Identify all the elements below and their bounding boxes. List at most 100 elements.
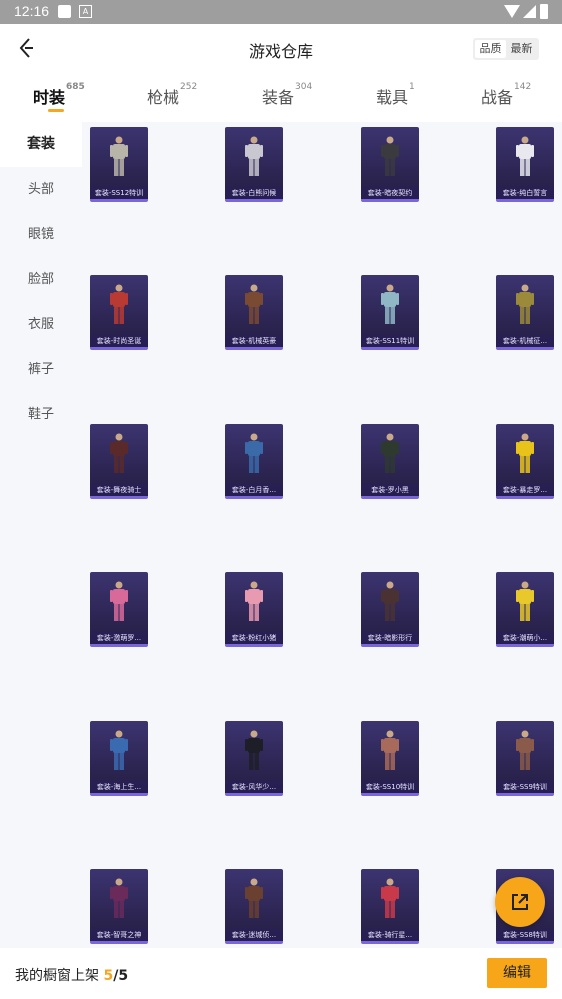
status-bar: 12:16 A (0, 0, 562, 24)
share-button[interactable] (495, 877, 545, 927)
outfit-item-card[interactable]: 套装-SS9特训 (496, 721, 554, 796)
outfit-item-label: 套装-粉红小猪 (225, 632, 283, 644)
showcase-label: 我的橱窗上架 (15, 968, 104, 984)
outfit-item-card[interactable]: 套装-舞夜骑士 (90, 424, 148, 499)
outfit-item-card[interactable]: 套装-机械英豪 (225, 275, 283, 350)
tab-fashion[interactable]: 时装685 (33, 82, 85, 108)
outfit-item-label: 套装-迷城侦... (225, 929, 283, 941)
outfit-item-card[interactable]: 套装-SS12特训 (90, 127, 148, 202)
outfit-item-card[interactable]: 套装-纯白誓言 (496, 127, 554, 202)
outfit-item-label: 套装-激萌罗... (90, 632, 148, 644)
outfit-item-label: 套装-智哥之神 (90, 929, 148, 941)
signal-icon (523, 5, 536, 18)
outfit-figure-icon (245, 284, 263, 324)
outfit-figure-icon (245, 136, 263, 176)
outfit-item-card[interactable]: 套装-SS11特训 (361, 275, 419, 350)
a-notification-icon: A (79, 5, 92, 18)
outfit-item-label: 套装-纯白誓言 (496, 187, 554, 199)
outfit-item-card[interactable]: 套装-罗小黑 (361, 424, 419, 499)
outfit-figure-icon (110, 730, 128, 770)
edit-button[interactable]: 编辑 (487, 958, 547, 988)
outfit-item-label: 套装-SS9特训 (496, 781, 554, 793)
outfit-item-card[interactable]: 套装-海上生... (90, 721, 148, 796)
outfit-figure-icon (381, 730, 399, 770)
outfit-item-card[interactable]: 套装-智哥之神 (90, 869, 148, 944)
outfit-figure-icon (516, 730, 534, 770)
sort-toggle: 品质 最新 (473, 38, 539, 60)
outfit-item-label: 套装-舞夜骑士 (90, 484, 148, 496)
outfit-figure-icon (381, 433, 399, 473)
outfit-item-card[interactable]: 套装-潮萌小... (496, 572, 554, 647)
outfit-figure-icon (381, 581, 399, 621)
outfit-figure-icon (110, 284, 128, 324)
outfit-item-card[interactable]: 套装-暗夜契约 (361, 127, 419, 202)
outfit-item-label: 套装-机械英豪 (225, 335, 283, 347)
app-notification-icon (58, 5, 71, 18)
outfit-item-card[interactable]: 套装-白熊问候 (225, 127, 283, 202)
outfit-item-card[interactable]: 套装-激萌罗... (90, 572, 148, 647)
tab-count: 142 (514, 82, 532, 92)
outfit-item-card[interactable]: 套装-粉红小猪 (225, 572, 283, 647)
outfit-figure-icon (516, 136, 534, 176)
outfit-item-card[interactable]: 套装-白月香... (225, 424, 283, 499)
tab-count: 304 (295, 82, 313, 92)
tab-count: 1 (409, 82, 415, 92)
tab-supplies[interactable]: 战备142 (481, 82, 532, 108)
outfit-item-card[interactable]: 套装-时尚圣诞 (90, 275, 148, 350)
wifi-icon (504, 5, 520, 18)
outfit-item-label: 套装-风华少... (225, 781, 283, 793)
outfit-figure-icon (110, 581, 128, 621)
tab-equipment[interactable]: 装备304 (262, 82, 313, 108)
outfit-figure-icon (110, 878, 128, 918)
outfit-figure-icon (110, 433, 128, 473)
showcase-current-count: 5 (103, 968, 114, 984)
sidebar-item-glasses[interactable]: 眼镜 (0, 212, 82, 257)
outfit-figure-icon (245, 730, 263, 770)
sidebar-item-pants[interactable]: 裤子 (0, 347, 82, 392)
tab-label: 战备 (481, 88, 514, 107)
outfit-item-card[interactable]: 套装-骑行星... (361, 869, 419, 944)
outfit-figure-icon (245, 433, 263, 473)
sidebar-item-shoes[interactable]: 鞋子 (0, 392, 82, 437)
outfit-item-label: 套装-机械征... (496, 335, 554, 347)
outfit-item-label: 套装-SS10特训 (361, 781, 419, 793)
tab-count: 252 (180, 82, 198, 92)
outfit-item-card[interactable]: 套装-暴走罗... (496, 424, 554, 499)
category-tabs: 时装685 枪械252 装备304 载具1 战备142 (0, 74, 562, 122)
footer: 我的橱窗上架 5/5 编辑 (0, 948, 562, 999)
tab-count: 685 (66, 82, 85, 92)
sidebar-item-outfit[interactable]: 套装 (0, 122, 82, 167)
outfit-figure-icon (110, 136, 128, 176)
header: 游戏仓库 品质 最新 (0, 24, 562, 74)
outfit-item-label: 套装-白月香... (225, 484, 283, 496)
item-grid: 套装-SS12特训 套装-白熊问候 套装-暗夜契约 套装-纯白誓言 套装-时尚圣诞 套装-… (82, 122, 562, 948)
sort-quality-button[interactable]: 品质 (475, 40, 506, 58)
outfit-item-card[interactable]: 套装-风华少... (225, 721, 283, 796)
sort-newest-button[interactable]: 最新 (506, 40, 537, 58)
outfit-figure-icon (516, 581, 534, 621)
outfit-item-card[interactable]: 套装-SS10特训 (361, 721, 419, 796)
outfit-item-card[interactable]: 套装-机械征... (496, 275, 554, 350)
tab-label: 枪械 (147, 88, 180, 107)
status-time: 12:16 (14, 3, 50, 19)
outfit-figure-icon (381, 284, 399, 324)
outfit-item-label: 套装-SS8特训 (496, 929, 554, 941)
outfit-item-card[interactable]: 套装-迷城侦... (225, 869, 283, 944)
sidebar-item-clothes[interactable]: 衣服 (0, 302, 82, 347)
active-tab-indicator (48, 109, 64, 112)
tab-vehicles[interactable]: 载具1 (376, 82, 415, 108)
tab-firearms[interactable]: 枪械252 (147, 82, 198, 108)
outfit-item-card[interactable]: 套装-暗影形行 (361, 572, 419, 647)
battery-icon (540, 4, 548, 19)
tab-label: 时装 (33, 88, 66, 107)
outfit-figure-icon (381, 136, 399, 176)
tab-label: 载具 (376, 88, 409, 107)
outfit-item-label: 套装-SS12特训 (90, 187, 148, 199)
sidebar-item-face[interactable]: 脸部 (0, 257, 82, 302)
outfit-item-label: 套装-潮萌小... (496, 632, 554, 644)
outfit-item-label: 套装-SS11特训 (361, 335, 419, 347)
sidebar-item-head[interactable]: 头部 (0, 167, 82, 212)
status-icons (504, 4, 552, 20)
outfit-item-label: 套装-罗小黑 (361, 484, 419, 496)
tab-label: 装备 (262, 88, 295, 107)
